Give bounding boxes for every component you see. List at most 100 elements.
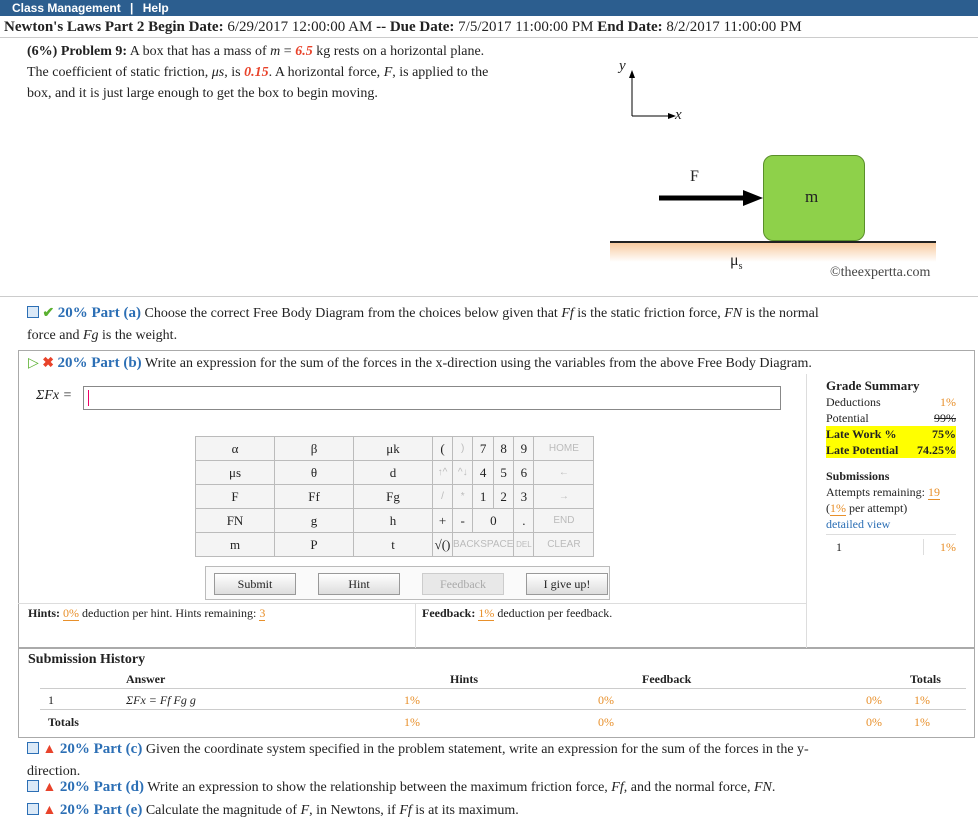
mu-symbol: μ: [730, 252, 739, 269]
key-m[interactable]: m: [195, 532, 275, 557]
fg-var: Fg: [82, 328, 99, 343]
due-date: 7/5/2017 11:00:00 PM: [458, 19, 594, 35]
key-superscript[interactable]: ↑^: [432, 460, 453, 485]
key-close-paren[interactable]: ): [451, 436, 474, 461]
part-e-header: 20% Part (e): [59, 802, 143, 818]
key-right-arrow[interactable]: →: [533, 484, 595, 509]
hint-button[interactable]: Hint: [318, 573, 400, 595]
equation-input[interactable]: [83, 386, 781, 410]
key-ff[interactable]: Ff: [274, 484, 354, 509]
key-7[interactable]: 7: [472, 436, 494, 461]
key-g[interactable]: g: [274, 508, 354, 533]
collapse-icon[interactable]: [27, 780, 39, 792]
grade-summary: Grade Summary Deductions 1% Potential 99% …: [826, 378, 956, 555]
key-theta[interactable]: θ: [274, 460, 354, 485]
give-up-button[interactable]: I give up!: [526, 573, 608, 595]
key-1[interactable]: 1: [472, 484, 494, 509]
key-4[interactable]: 4: [472, 460, 494, 485]
per-attempt-text: per attempt): [849, 501, 908, 515]
key-clear[interactable]: CLEAR: [533, 532, 595, 557]
col-answer: Answer: [126, 672, 166, 686]
part-e-row[interactable]: ▲ 20% Part (e) Calculate the magnitude o…: [27, 799, 967, 822]
key-minus[interactable]: -: [451, 508, 474, 533]
key-2[interactable]: 2: [492, 484, 515, 509]
key-sqrt[interactable]: √(): [432, 532, 453, 557]
collapse-icon[interactable]: [27, 742, 39, 754]
key-fn[interactable]: FN: [195, 508, 275, 533]
key-alpha[interactable]: α: [195, 436, 275, 461]
part-b-text: Write an expression for the sum of the f…: [144, 356, 812, 371]
part-d-header: 20% Part (d): [59, 779, 145, 795]
key-3[interactable]: 3: [513, 484, 535, 509]
col-totals: Totals: [910, 672, 941, 686]
part-a-row[interactable]: ✔ 20% Part (a) Choose the correct Free B…: [27, 302, 967, 347]
key-mu-k[interactable]: μk: [353, 436, 433, 461]
late-work-value: 75%: [932, 427, 956, 441]
key-subscript[interactable]: ^↓: [451, 460, 474, 485]
feedback-label: Feedback:: [422, 606, 476, 620]
part-d-text: Write an expression to show the relation…: [147, 780, 608, 795]
problem-label: Problem 9:: [60, 44, 128, 59]
key-p[interactable]: P: [274, 532, 354, 557]
top-nav-bar: Class Management | Help: [0, 0, 978, 16]
part-d-text-2: , and the normal force,: [623, 780, 751, 795]
feedback-button[interactable]: Feedback: [422, 573, 504, 595]
key-f[interactable]: F: [195, 484, 275, 509]
mass-variable: m: [270, 44, 281, 59]
key-mu-s[interactable]: μs: [195, 460, 275, 485]
key-home[interactable]: HOME: [533, 436, 595, 461]
key-open-paren[interactable]: (: [432, 436, 453, 461]
hints-feedback-divider: [415, 603, 416, 648]
potential-label: Potential: [826, 411, 869, 425]
potential-value: 99%: [934, 411, 956, 425]
variable-keypad: α β μk μs θ d F Ff Fg FN g h m P t: [195, 436, 433, 557]
expand-icon[interactable]: [27, 306, 39, 318]
problem-text-1: A box that has a mass of: [129, 44, 267, 59]
key-divide[interactable]: /: [432, 484, 453, 509]
detailed-view-link[interactable]: detailed view: [826, 516, 956, 532]
key-8[interactable]: 8: [492, 436, 515, 461]
problem-weight: (6%): [27, 44, 58, 59]
key-d[interactable]: d: [353, 460, 433, 485]
key-multiply[interactable]: *: [451, 484, 474, 509]
force-variable: F: [383, 65, 393, 80]
key-left-arrow[interactable]: ←: [533, 460, 595, 485]
problem-text-5: box, and it is just large enough to get …: [27, 86, 378, 101]
submit-button[interactable]: Submit: [214, 573, 296, 595]
divider: [0, 296, 978, 297]
key-6[interactable]: 6: [513, 460, 535, 485]
nav-help[interactable]: Help: [143, 1, 169, 15]
key-backspace[interactable]: BACKSPACE: [451, 532, 515, 557]
key-t[interactable]: t: [353, 532, 433, 557]
collapse-icon[interactable]: [27, 803, 39, 815]
feedback-pct: 1%: [478, 606, 495, 621]
hints-divider: [18, 603, 806, 604]
part-c-text: Given the coordinate system specified in…: [145, 742, 809, 757]
per-attempt-pct: 1%: [830, 501, 846, 516]
late-potential-label: Late Potential: [826, 443, 899, 457]
end-date: 8/2/2017 11:00:00 PM: [666, 19, 802, 35]
key-9[interactable]: 9: [513, 436, 535, 461]
problem-text-4: , is applied to the: [392, 65, 489, 80]
key-del[interactable]: DEL: [513, 532, 535, 557]
problem-statement: (6%) Problem 9: A box that has a mass of…: [27, 41, 587, 104]
key-0[interactable]: 0: [472, 508, 515, 533]
key-beta[interactable]: β: [274, 436, 354, 461]
key-plus[interactable]: +: [432, 508, 453, 533]
problem-text-3: . A horizontal force,: [268, 65, 381, 80]
col-feedback: Feedback: [642, 672, 692, 686]
key-dot[interactable]: .: [513, 508, 535, 533]
key-h[interactable]: h: [353, 508, 433, 533]
part-b-row: ▷ ✖ 20% Part (b) Write an expression for…: [28, 352, 968, 375]
hints-text: deduction per hint. Hints remaining:: [82, 606, 257, 620]
submissions-title: Submissions: [826, 469, 890, 483]
box-label: m: [805, 187, 819, 206]
submission-num: 1: [836, 540, 842, 554]
y-axis-label: y: [619, 58, 626, 74]
history-row-feedback: 0%: [866, 693, 882, 707]
key-5[interactable]: 5: [492, 460, 515, 485]
key-fg[interactable]: Fg: [353, 484, 433, 509]
key-end[interactable]: END: [533, 508, 595, 533]
nav-class-management[interactable]: Class Management: [12, 1, 121, 15]
part-d-row[interactable]: ▲ 20% Part (d) Write an expression to sh…: [27, 776, 967, 799]
